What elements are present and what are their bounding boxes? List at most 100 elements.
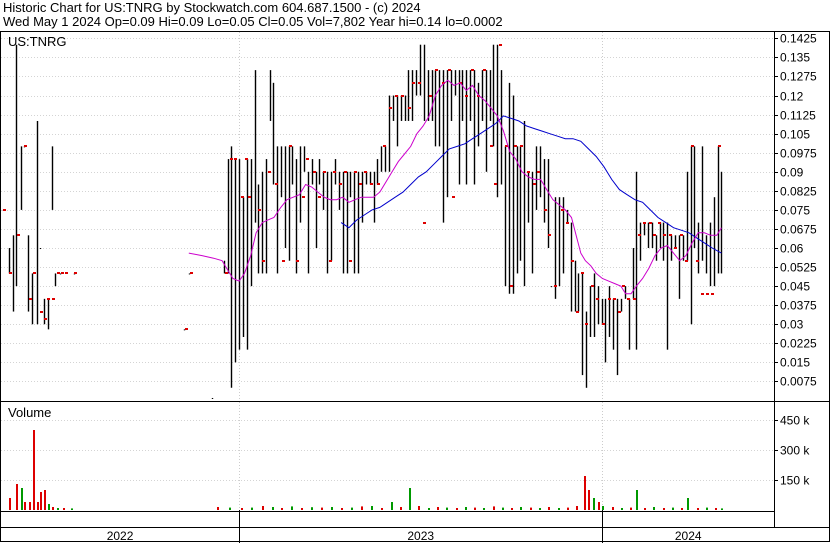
close-tick (61, 272, 64, 274)
volume-bar (24, 502, 26, 510)
close-tick (674, 247, 677, 249)
close-tick (435, 69, 438, 71)
close-tick (561, 209, 564, 211)
close-tick (412, 82, 415, 84)
close-tick (185, 328, 188, 330)
close-tick (499, 44, 502, 46)
close-tick (596, 298, 599, 300)
close-tick (696, 260, 699, 262)
volume-bar (52, 507, 54, 510)
volume-bar (567, 507, 569, 510)
close-tick (245, 158, 248, 160)
volume-bar (321, 507, 323, 510)
close-tick (711, 293, 714, 295)
volume-tick-label: 150 k (780, 474, 810, 488)
close-tick (3, 209, 6, 211)
close-tick (448, 69, 451, 71)
close-tick (40, 311, 43, 313)
volume-bar (229, 507, 231, 510)
volume-bar (71, 508, 73, 510)
close-tick (691, 145, 694, 147)
volume-bar (465, 507, 467, 510)
volume-bar (301, 508, 303, 510)
volume-bar (621, 508, 623, 510)
close-tick (718, 145, 721, 147)
close-tick (52, 298, 55, 300)
volume-bar (663, 508, 665, 510)
close-tick (383, 145, 386, 147)
close-tick (510, 285, 513, 287)
price-tick-label: 0.0975 (780, 147, 817, 161)
volume-bar (57, 508, 59, 510)
close-tick (429, 95, 432, 97)
close-tick (408, 107, 411, 109)
volume-bar (381, 508, 383, 510)
volume-bar (371, 506, 373, 510)
close-tick (354, 171, 357, 173)
close-tick (401, 95, 404, 97)
close-tick (581, 272, 584, 274)
volume-bar (644, 508, 646, 510)
close-tick (554, 285, 557, 287)
price-tick-label: 0.1125 (780, 109, 816, 123)
volume-bar (9, 498, 11, 510)
close-tick (585, 323, 588, 325)
close-tick (571, 260, 574, 262)
volume-bar (400, 507, 402, 510)
close-tick (74, 272, 77, 274)
volume-bar (351, 507, 353, 510)
volume-bar (721, 508, 723, 510)
close-tick (225, 272, 228, 274)
close-tick (602, 323, 605, 325)
volume-bar (272, 507, 274, 510)
price-tick-label: 0.105 (780, 128, 810, 142)
volume-bar (598, 502, 600, 510)
volume-bar (21, 488, 23, 510)
close-tick (230, 158, 233, 160)
close-tick (618, 311, 621, 313)
close-tick (344, 171, 347, 173)
close-tick (389, 107, 392, 109)
close-tick (514, 145, 517, 147)
close-tick (653, 234, 656, 236)
volume-bar (511, 508, 513, 510)
price-tick-label: 0.0225 (780, 337, 817, 351)
close-tick (548, 234, 551, 236)
close-tick (576, 311, 579, 313)
price-tick-label: 0.0075 (780, 375, 817, 389)
close-tick (566, 222, 569, 224)
close-tick (29, 298, 32, 300)
volume-bar (483, 508, 485, 510)
close-tick (241, 196, 244, 198)
close-tick (638, 234, 641, 236)
volume-bar (520, 507, 522, 510)
close-tick (329, 260, 332, 262)
volume-bar (548, 507, 550, 510)
volume-bar (281, 508, 283, 510)
close-tick (318, 196, 321, 198)
price-tick-label: 0.135 (780, 51, 810, 65)
close-tick (65, 272, 68, 274)
close-tick (663, 234, 666, 236)
close-tick (333, 171, 336, 173)
price-tick-label: 0.045 (780, 280, 810, 294)
close-tick (418, 82, 421, 84)
close-tick (622, 285, 625, 287)
close-tick (701, 293, 704, 295)
price-tick-label: 0.1275 (780, 70, 817, 84)
volume-bar (539, 508, 541, 510)
volume-bar (44, 490, 46, 510)
close-tick (349, 260, 352, 262)
price-tick-label: 0.0825 (780, 185, 817, 199)
close-tick (627, 298, 630, 300)
volume-bar (311, 507, 313, 510)
volume-bar (291, 506, 293, 510)
close-tick (520, 145, 523, 147)
volume-bar (474, 507, 476, 510)
close-tick (669, 234, 672, 236)
volume-bar (681, 508, 683, 510)
volume-bar (361, 506, 363, 510)
volume-bar (612, 507, 614, 510)
volume-tick-label: 300 k (780, 444, 810, 458)
volume-bar (331, 507, 333, 510)
